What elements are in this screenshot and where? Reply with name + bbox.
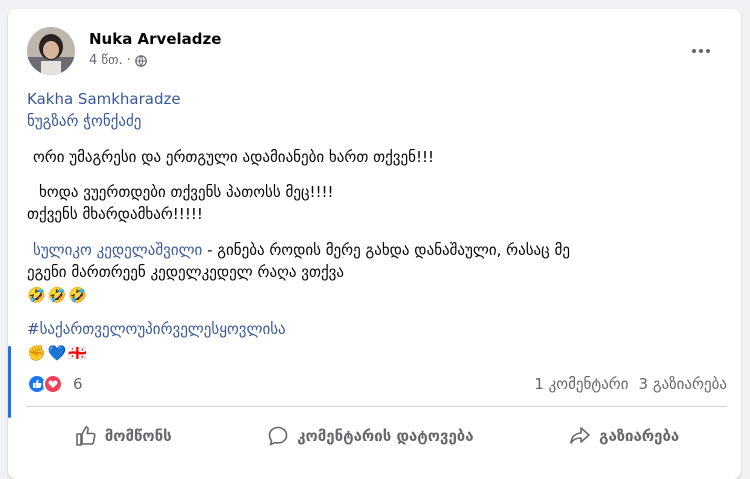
- meta-separator: ·: [126, 53, 131, 68]
- avatar[interactable]: [27, 27, 75, 75]
- comment-label: კომენტარის დატოვება: [297, 427, 474, 445]
- emoji-row-laughing: 🤣🤣🤣: [27, 286, 90, 304]
- post-text-line-5: ეგენი მართრეენ კედელკედელ რაღა ვთქვა: [27, 263, 344, 281]
- hashtag-link[interactable]: #საქართველოუპირველესყოვლისა: [27, 319, 286, 339]
- more-options-icon[interactable]: [689, 41, 713, 61]
- tag-nugzar[interactable]: ნუგზარ ჭონქაძე: [27, 111, 141, 131]
- love-reaction-icon[interactable]: [43, 374, 63, 394]
- mention-suliko[interactable]: სულიკო კედელაშვილი: [33, 241, 202, 259]
- actions-divider: [27, 406, 727, 407]
- comment-count[interactable]: 1 კომენტარი: [534, 375, 628, 393]
- comment-focus-indicator: [8, 346, 11, 418]
- post-time[interactable]: 4 წთ.: [89, 53, 123, 68]
- post-text-line-3: თქვენს მხარდამხარ!!!!!: [27, 205, 203, 223]
- share-label: გაზიარება: [599, 427, 680, 445]
- author-name[interactable]: Nuka Arveladze: [89, 30, 221, 48]
- emoji-row-flag: ✊💙🇬🇪: [27, 344, 90, 362]
- post-meta: 4 წთ. ·: [89, 53, 147, 68]
- post-text-line-4: სულიკო კედელაშვილი - გინება როდის მერე გ…: [33, 240, 570, 260]
- post-text-line-1: ორი უმაგრესი და ერთგული ადამიანები ხართ …: [33, 148, 434, 166]
- post-header: Nuka Arveladze 4 წთ. ·: [27, 27, 727, 75]
- share-icon: [570, 427, 590, 444]
- post-text-line-2: ხოდა ვუერთდები თქვენს პათოსს მეც!!!!: [39, 183, 334, 201]
- globe-icon: [135, 54, 147, 67]
- reactions-bar: 6 1 კომენტარი 3 გაზიარება: [27, 373, 727, 395]
- engagement-stats: 1 კომენტარი 3 გაზიარება: [534, 375, 727, 393]
- tag-kakha[interactable]: Kakha Samkharadze: [27, 89, 181, 109]
- thumbs-up-icon: [75, 426, 96, 446]
- post-card: Nuka Arveladze 4 წთ. · Kakha Samkharadze…: [8, 9, 741, 479]
- share-count[interactable]: 3 გაზიარება: [639, 375, 727, 393]
- comment-icon: [268, 426, 288, 446]
- like-label: მომწონს: [104, 427, 172, 445]
- like-button[interactable]: მომწონს: [57, 419, 190, 453]
- comment-button[interactable]: კომენტარის დატოვება: [249, 419, 491, 453]
- avatar-photo: [27, 27, 75, 75]
- share-button[interactable]: გაზიარება: [551, 419, 697, 453]
- post-actions: მომწონს კომენტარის დატოვება გაზიარება: [27, 416, 727, 456]
- post-text-line-4-rest: - გინება როდის მერე გახდა დანაშაული, რას…: [202, 241, 570, 259]
- reaction-count[interactable]: 6: [73, 375, 83, 393]
